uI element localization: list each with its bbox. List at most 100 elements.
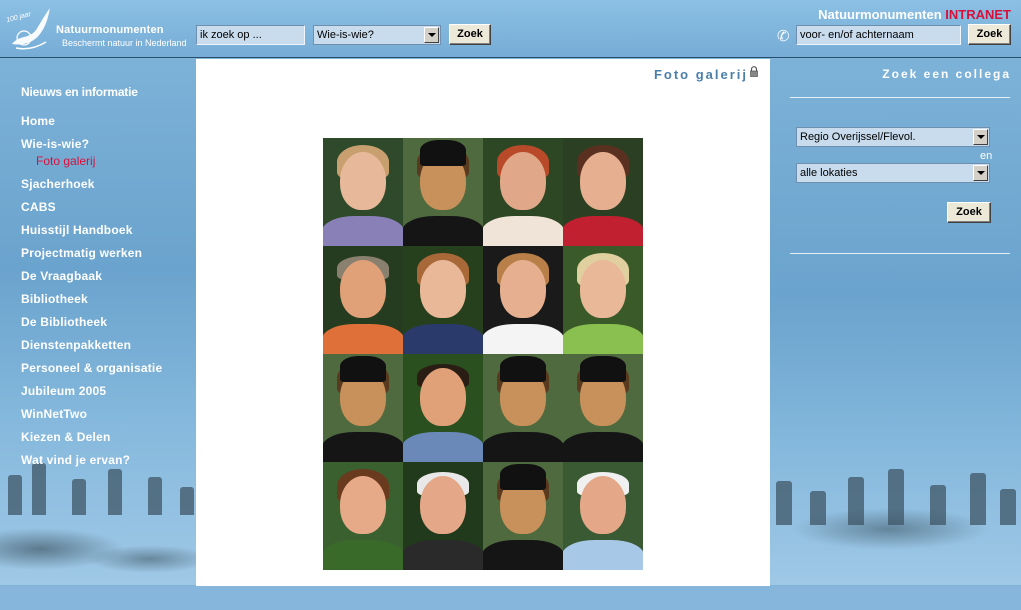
photo-face <box>340 260 386 318</box>
photo-body <box>403 432 483 462</box>
water-post <box>848 477 864 525</box>
gallery-photo[interactable] <box>483 462 563 570</box>
sidebar-item-sjacherhoek[interactable]: Sjacherhoek <box>21 177 95 191</box>
photo-body <box>563 540 643 570</box>
sidebar: Nieuws en informatie Home Wie-is-wie? Foto… <box>0 59 196 585</box>
photo-hat <box>500 464 546 490</box>
gallery-photo[interactable] <box>403 462 483 570</box>
gallery-photo[interactable] <box>323 354 403 462</box>
sidebar-item-de-bibliotheek[interactable]: De Bibliotheek <box>21 315 107 329</box>
water-post <box>32 463 46 515</box>
brand-name: Natuurmonumenten <box>818 7 942 22</box>
location-select-value: alle lokaties <box>800 167 858 179</box>
water-post <box>888 469 904 525</box>
brand-title: Natuurmonumenten INTRANET <box>818 7 1011 22</box>
gallery-photo[interactable] <box>483 354 563 462</box>
colleague-search-button[interactable]: Zoek <box>968 24 1011 45</box>
footer <box>0 586 1021 610</box>
water-post <box>970 473 986 525</box>
gallery-photo[interactable] <box>323 138 403 246</box>
photo-body <box>483 540 563 570</box>
photo-face <box>420 260 466 318</box>
photo-body <box>483 216 563 246</box>
conjunction-label: en <box>980 150 993 162</box>
logo[interactable]: 100 jaar Natuurmonumenten Beschermt natu… <box>2 2 192 56</box>
sidebar-item-huisstijl-handboek[interactable]: Huisstijl Handboek <box>21 223 133 237</box>
chevron-down-icon <box>973 129 988 145</box>
sidebar-item-winnettwo[interactable]: WinNetTwo <box>21 407 87 421</box>
sidebar-item-personeel-organisatie[interactable]: Personeel & organisatie <box>21 361 162 375</box>
search-scope-select[interactable]: Wie-is-wie? <box>313 25 441 45</box>
gallery-photo[interactable] <box>323 462 403 570</box>
photo-face <box>580 152 626 210</box>
brand-suffix: INTRANET <box>945 7 1011 22</box>
photo-face <box>340 152 386 210</box>
water-post <box>72 479 86 515</box>
gallery-photo[interactable] <box>403 354 483 462</box>
gallery-photo[interactable] <box>563 462 643 570</box>
gallery-photo[interactable] <box>563 138 643 246</box>
search-scope-value: Wie-is-wie? <box>317 29 374 41</box>
divider <box>790 253 1010 254</box>
gallery-photo[interactable] <box>563 354 643 462</box>
gallery-photo[interactable] <box>563 246 643 354</box>
photo-body <box>563 216 643 246</box>
photo-hat <box>340 356 386 382</box>
water-post <box>1000 489 1016 525</box>
gallery-photo[interactable] <box>483 138 563 246</box>
gallery-photo[interactable] <box>403 246 483 354</box>
region-select-value: Regio Overijssel/Flevol. <box>800 131 916 143</box>
water-post <box>108 469 122 515</box>
photo-face <box>500 260 546 318</box>
water-post <box>148 477 162 515</box>
photo-face <box>580 260 626 318</box>
photo-body <box>323 324 403 354</box>
site-search-input[interactable]: ik zoek op ... <box>196 25 305 45</box>
gallery-photo[interactable] <box>483 246 563 354</box>
photo-hat <box>500 356 546 382</box>
sidebar-item-jubileum-2005[interactable]: Jubileum 2005 <box>21 384 106 398</box>
photo-body <box>563 432 643 462</box>
photo-body <box>483 324 563 354</box>
sidebar-item-projectmatig-werken[interactable]: Projectmatig werken <box>21 246 142 260</box>
phone-icon: ✆ <box>777 28 790 45</box>
region-select[interactable]: Regio Overijssel/Flevol. <box>796 127 990 147</box>
photo-hat <box>580 356 626 382</box>
site-search-button[interactable]: Zoek <box>449 24 491 45</box>
logo-name: Natuurmonumenten <box>56 24 164 36</box>
sidebar-item-de-vraagbaak[interactable]: De Vraagbaak <box>21 269 102 283</box>
sidebar-item-dienstenpakketten[interactable]: Dienstenpakketten <box>21 338 131 352</box>
photo-body <box>403 216 483 246</box>
colleague-name-input[interactable]: voor- en/of achternaam <box>796 25 961 45</box>
photo-face <box>340 476 386 534</box>
sidebar-item-bibliotheek[interactable]: Bibliotheek <box>21 292 88 306</box>
gallery-photo[interactable] <box>323 246 403 354</box>
sidebar-item-cabs[interactable]: CABS <box>21 200 56 214</box>
sidebar-item-kiezen-delen[interactable]: Kiezen & Delen <box>21 430 111 444</box>
sidebar-item-home[interactable]: Home <box>21 114 55 128</box>
divider <box>790 97 1010 98</box>
water-post <box>930 485 946 525</box>
photo-hat <box>420 140 466 166</box>
water-post <box>810 491 826 525</box>
colleague-panel-search-button[interactable]: Zoek <box>947 202 991 223</box>
chevron-down-icon <box>973 165 988 181</box>
photo-body <box>403 540 483 570</box>
photo-face <box>420 368 466 426</box>
water-post <box>776 481 792 525</box>
sidebar-item-foto-galerij[interactable]: Foto galerij <box>36 154 95 168</box>
chevron-down-icon <box>424 27 439 43</box>
photo-face <box>420 476 466 534</box>
photo-body <box>563 324 643 354</box>
gallery-photo[interactable] <box>403 138 483 246</box>
main-content: Foto galerij <box>196 59 770 586</box>
sidebar-item-wie-is-wie[interactable]: Wie-is-wie? <box>21 137 89 151</box>
photo-body <box>323 432 403 462</box>
location-select[interactable]: alle lokaties <box>796 163 990 183</box>
photo-face <box>500 152 546 210</box>
photo-body <box>483 432 563 462</box>
photo-body <box>323 540 403 570</box>
bird-logo-icon <box>12 8 50 50</box>
sidebar-item-wat-vind-je-ervan[interactable]: Wat vind je ervan? <box>21 453 130 467</box>
nav-section-title: Nieuws en informatie <box>21 85 138 99</box>
